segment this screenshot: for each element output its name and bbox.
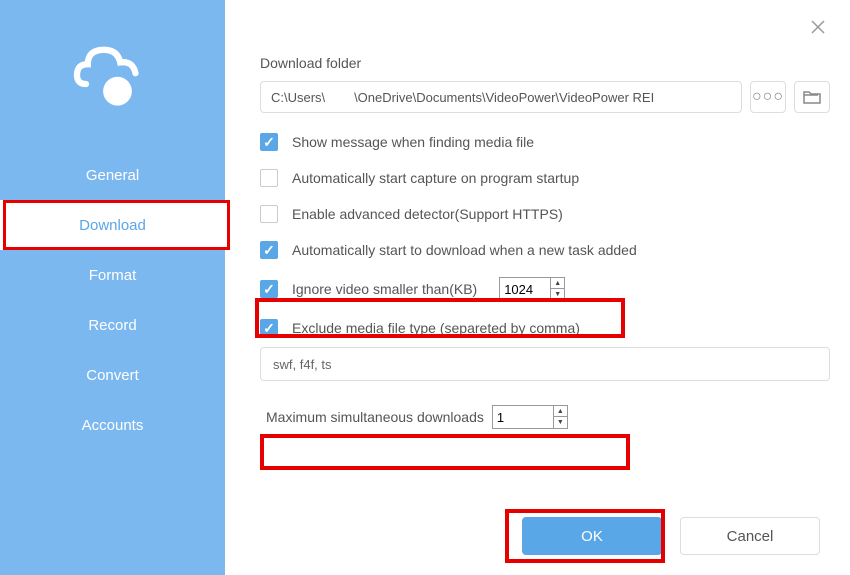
advanced-detector-label: Enable advanced detector(Support HTTPS): [292, 206, 563, 222]
auto-download-checkbox[interactable]: ✓: [260, 241, 278, 259]
auto-start-capture-row: Automatically start capture on program s…: [260, 169, 830, 187]
sidebar-item-convert[interactable]: Convert: [0, 350, 225, 400]
folder-row: ○○○: [260, 81, 830, 113]
cloud-logo-icon: [68, 30, 158, 120]
exclude-media-checkbox[interactable]: ✓: [260, 319, 278, 337]
more-options-button[interactable]: ○○○: [750, 81, 786, 113]
exclude-media-input[interactable]: [260, 347, 830, 381]
sidebar-item-accounts[interactable]: Accounts: [0, 400, 225, 450]
max-downloads-spinner: ▲ ▼: [492, 405, 568, 429]
max-downloads-down[interactable]: ▼: [554, 417, 567, 428]
max-downloads-row: Maximum simultaneous downloads ▲ ▼: [260, 401, 830, 433]
exclude-media-label: Exclude media file type (separeted by co…: [292, 320, 580, 336]
settings-content: Download folder ○○○ ✓ Show message when …: [260, 55, 830, 433]
browse-folder-button[interactable]: [794, 81, 830, 113]
sidebar-item-general[interactable]: General: [0, 150, 225, 200]
ignore-video-up[interactable]: ▲: [551, 278, 564, 289]
max-downloads-input[interactable]: [493, 406, 553, 428]
logo-area: [0, 0, 225, 150]
exclude-media-row: ✓ Exclude media file type (separeted by …: [260, 319, 830, 337]
footer-buttons: OK Cancel: [522, 517, 820, 555]
sidebar-item-format[interactable]: Format: [0, 250, 225, 300]
download-folder-label: Download folder: [260, 55, 830, 71]
ignore-video-label: Ignore video smaller than(KB): [292, 281, 477, 297]
max-downloads-label: Maximum simultaneous downloads: [266, 409, 484, 425]
show-message-checkbox[interactable]: ✓: [260, 133, 278, 151]
highlight-annotation: [260, 434, 630, 470]
ellipsis-icon: ○○○: [752, 88, 784, 106]
download-folder-input[interactable]: [260, 81, 742, 113]
sidebar-item-download[interactable]: Download: [0, 200, 225, 250]
ignore-video-input[interactable]: [500, 278, 550, 300]
close-icon[interactable]: [806, 15, 830, 39]
auto-download-label: Automatically start to download when a n…: [292, 242, 637, 258]
cancel-button[interactable]: Cancel: [680, 517, 820, 555]
show-message-label: Show message when finding media file: [292, 134, 534, 150]
folder-icon: [803, 90, 821, 104]
show-message-row: ✓ Show message when finding media file: [260, 133, 830, 151]
auto-start-capture-checkbox[interactable]: [260, 169, 278, 187]
ignore-video-checkbox[interactable]: ✓: [260, 280, 278, 298]
sidebar: General Download Format Record Convert A…: [0, 0, 225, 575]
ignore-video-spinner: ▲ ▼: [499, 277, 565, 301]
ignore-video-row: ✓ Ignore video smaller than(KB) ▲ ▼: [260, 277, 830, 301]
auto-download-row: ✓ Automatically start to download when a…: [260, 241, 830, 259]
advanced-detector-checkbox[interactable]: [260, 205, 278, 223]
max-downloads-up[interactable]: ▲: [554, 406, 567, 417]
sidebar-item-record[interactable]: Record: [0, 300, 225, 350]
ok-button[interactable]: OK: [522, 517, 662, 555]
auto-start-capture-label: Automatically start capture on program s…: [292, 170, 579, 186]
advanced-detector-row: Enable advanced detector(Support HTTPS): [260, 205, 830, 223]
ignore-video-down[interactable]: ▼: [551, 289, 564, 300]
